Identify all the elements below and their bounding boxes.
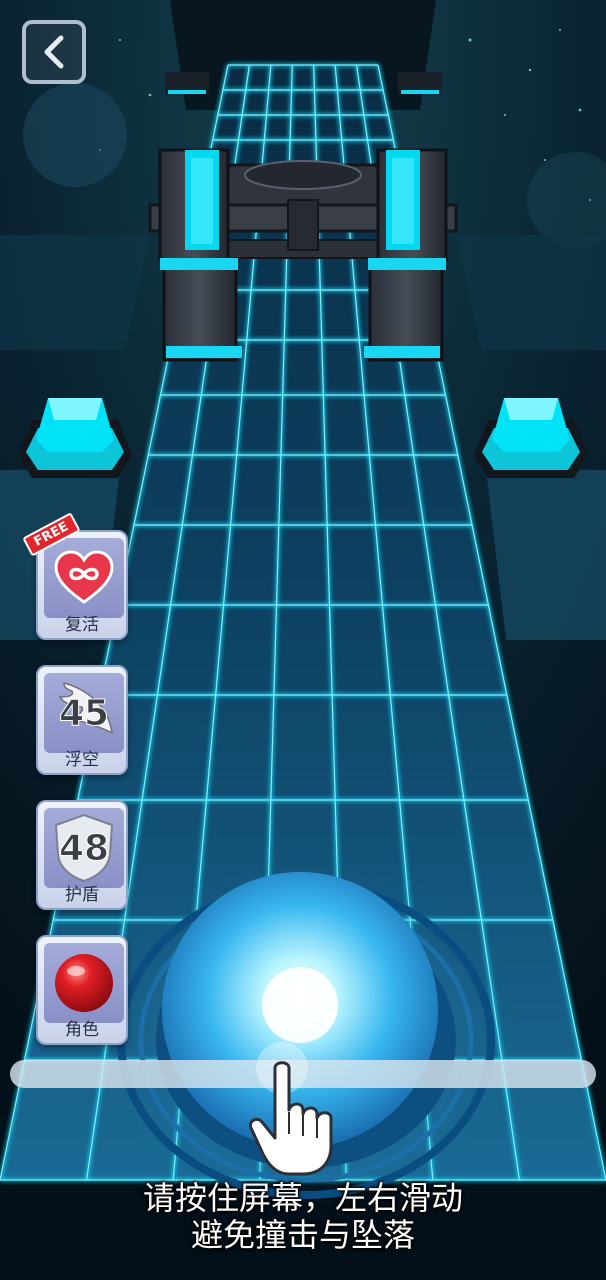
float-count: 45 [58, 692, 110, 734]
revive-icon-box [44, 538, 124, 618]
back-button[interactable] [22, 20, 86, 84]
instruction-line-2: 避免撞击与坠落 [190, 1216, 415, 1254]
game-screen[interactable]: FREE 复活 45 浮空 48 护盾 角色 请按住屏幕，左右滑动 避免撞击与坠… [0, 0, 606, 1280]
shield-label: 护盾 [65, 885, 99, 905]
instruction-line-1: 请按住屏幕，左右滑动 [142, 1179, 463, 1217]
float-label: 浮空 [65, 750, 99, 770]
revive-label: 复活 [65, 615, 99, 635]
character-powerup-button[interactable]: 角色 [36, 935, 128, 1045]
chevron-left-icon [44, 35, 64, 69]
character-label: 角色 [65, 1020, 99, 1040]
shield-count: 48 [58, 827, 110, 869]
shield-icon-box: 48 [44, 808, 124, 888]
float-icon-box: 45 [44, 673, 124, 753]
heart-infinity-icon [54, 550, 114, 604]
float-powerup-button[interactable]: 45 浮空 [36, 665, 128, 775]
revive-powerup-button[interactable]: FREE 复活 [22, 512, 128, 640]
character-icon-box [44, 943, 124, 1023]
red-ball-icon [55, 954, 113, 1012]
hand-pointer-icon [248, 1042, 333, 1176]
shield-powerup-button[interactable]: 48 护盾 [36, 800, 128, 910]
